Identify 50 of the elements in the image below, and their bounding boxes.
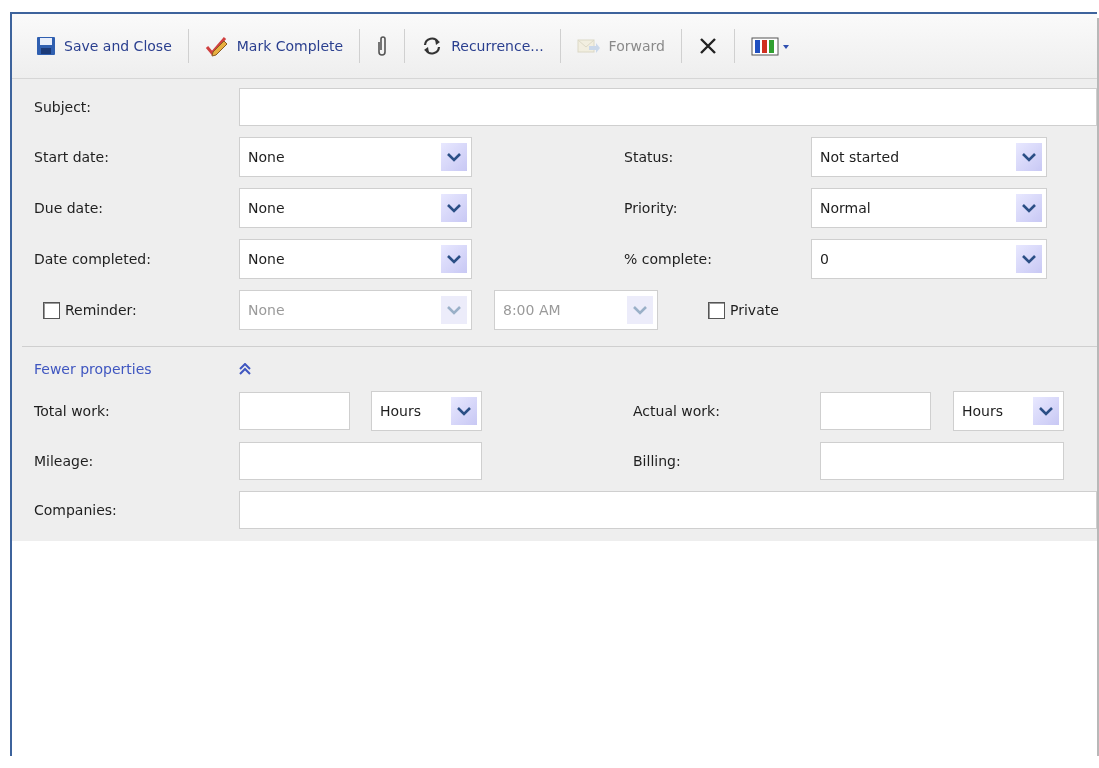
field-label: Date completed: (34, 251, 152, 267)
field-label: Mileage: (34, 453, 95, 469)
checkbox[interactable] (708, 301, 725, 319)
chevron-down-icon (447, 254, 461, 264)
color-bars-icon (750, 36, 791, 56)
dropdown[interactable]: Not started (811, 137, 1047, 177)
chevron-down-icon (1022, 254, 1036, 264)
text-field[interactable] (239, 392, 350, 430)
chevron-down-icon (447, 203, 461, 213)
paperclip-icon (376, 35, 389, 57)
save-button[interactable]: Save and Close (32, 30, 176, 62)
mark-complete-button[interactable]: Mark Complete (200, 29, 348, 63)
field-label: Companies: (34, 502, 118, 518)
text-field[interactable] (820, 392, 931, 430)
chevron-down-icon (633, 305, 647, 315)
dropdown[interactable]: None (239, 137, 472, 177)
field-label: Subject: (34, 99, 93, 115)
field-label: Priority: (624, 200, 679, 216)
chevron-down-icon (1022, 152, 1036, 162)
field-label: Total work: (34, 403, 111, 419)
field-label: Start date: (34, 149, 110, 165)
dropdown[interactable]: Normal (811, 188, 1047, 228)
chevron-down-icon (447, 152, 461, 162)
checkbox[interactable] (43, 301, 60, 319)
field-label: % complete: (624, 251, 713, 267)
envelope-arrow-icon (576, 36, 601, 56)
properties-link[interactable]: Fewer properties (34, 361, 239, 377)
checkbox-label: Private (730, 302, 779, 318)
text-field[interactable] (239, 442, 482, 480)
subject-field[interactable] (239, 88, 1097, 126)
field-label: Status: (624, 149, 675, 165)
dropdown[interactable]: 0 (811, 239, 1047, 279)
chevron-down-icon (447, 305, 461, 315)
dropdown[interactable]: None (239, 188, 472, 228)
recurrence-button[interactable]: Recurrence... (417, 29, 548, 63)
text-field[interactable] (239, 491, 1097, 529)
chevron-down-icon (457, 406, 471, 416)
field-label: Due date: (34, 200, 104, 216)
dropdown[interactable]: None (239, 239, 472, 279)
dropdown[interactable]: Hours (953, 391, 1064, 431)
close-icon (697, 36, 718, 56)
field-label: Billing: (633, 453, 682, 469)
chevron-down-icon (1022, 203, 1036, 213)
checkbox-label: Reminder: (65, 302, 137, 318)
text-field[interactable] (820, 442, 1064, 480)
pencil-check-icon (204, 35, 229, 57)
dropdown[interactable]: Hours (371, 391, 482, 431)
chevron-down-icon (1039, 406, 1053, 416)
field-label: Actual work: (633, 403, 721, 419)
double-chevron-up-icon[interactable] (239, 363, 251, 375)
